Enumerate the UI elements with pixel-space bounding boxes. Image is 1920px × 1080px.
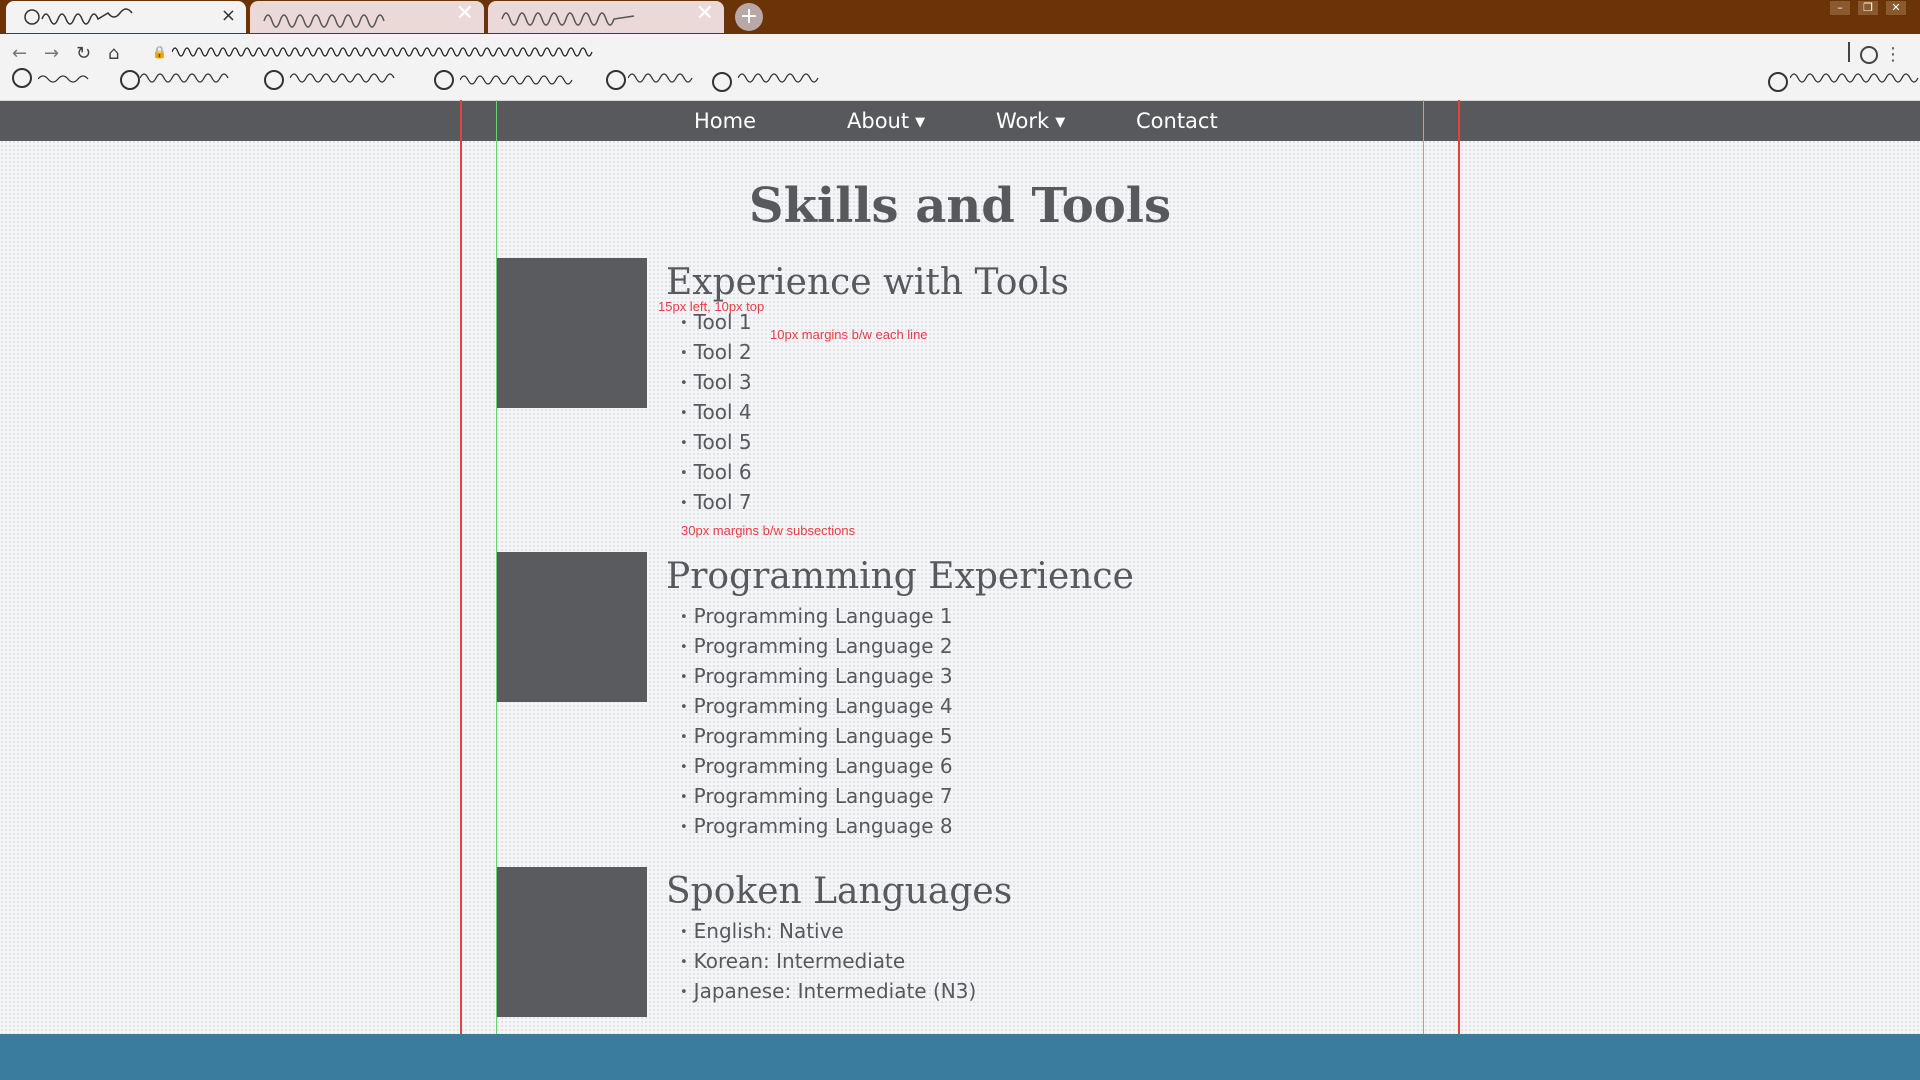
spoken-languages-list: English: Native Korean: Intermediate Jap… [680, 916, 977, 1006]
tools-list: Tool 1 Tool 2 Tool 3 Tool 4 Tool 5 Tool … [680, 307, 752, 517]
bookmark-icon[interactable] [606, 70, 626, 90]
list-item: Tool 3 [680, 367, 752, 397]
list-item: Programming Language 6 [680, 751, 953, 781]
annotation-line-margin: 10px margins b/w each line [770, 327, 928, 342]
close-tab-icon[interactable]: ✕ [456, 3, 474, 25]
list-item: Programming Language 1 [680, 601, 953, 631]
forward-arrow-icon[interactable]: → [44, 44, 59, 64]
list-item: Programming Language 4 [680, 691, 953, 721]
profile-icon[interactable] [1860, 46, 1878, 64]
list-item: Tool 5 [680, 427, 752, 457]
window-controls: – ❐ ✕ [1830, 1, 1906, 17]
bookmark-scribble[interactable] [628, 68, 698, 88]
guide-line-outer-left [460, 100, 462, 1034]
bookmark-scribble[interactable] [38, 72, 98, 86]
list-item: Programming Language 7 [680, 781, 953, 811]
new-tab-plus-icon[interactable]: + [735, 3, 763, 31]
programming-list: Programming Language 1 Programming Langu… [680, 601, 953, 841]
annotation-list-padding: 15px left, 10px top [658, 299, 765, 314]
list-item: Korean: Intermediate [680, 946, 976, 976]
list-item: English: Native [680, 916, 976, 946]
chevron-down-icon: ▼ [915, 115, 926, 130]
site-nav-bar: Home About ▼ Work ▼ Contact [0, 101, 1920, 141]
bookmark-scribble[interactable] [1790, 68, 1920, 88]
nav-work-link[interactable]: Work ▼ [996, 101, 1065, 141]
bookmark-icon[interactable] [120, 70, 140, 90]
bookmark-scribble[interactable] [460, 70, 580, 90]
list-item: Programming Language 2 [680, 631, 953, 661]
chevron-down-icon: ▼ [1055, 115, 1066, 130]
list-item: Programming Language 8 [680, 811, 953, 841]
site-footer [0, 1034, 1920, 1080]
annotation-subsection-margin: 30px margins b/w subsections [681, 523, 856, 538]
home-icon[interactable]: ⌂ [108, 44, 119, 64]
bookmark-icon[interactable] [712, 72, 732, 92]
bookmark-scribble[interactable] [290, 68, 400, 88]
browser-toolbar: ← → ↻ ⌂ 🔒 ⋮ [0, 34, 1920, 101]
nav-about-label: About [847, 109, 910, 133]
kebab-menu-icon[interactable]: ⋮ [1884, 44, 1902, 65]
section-title-spoken-languages: Spoken Languages [666, 871, 1013, 912]
nav-about-link[interactable]: About ▼ [847, 101, 925, 141]
back-arrow-icon[interactable]: ← [12, 44, 27, 64]
browser-tab-active[interactable]: × [6, 1, 246, 33]
list-item: Tool 7 [680, 487, 752, 517]
nav-home-link[interactable]: Home [694, 101, 756, 141]
close-window-icon[interactable]: ✕ [1886, 1, 1906, 15]
browser-tab-bar: × ✕ ✕ + – ❐ ✕ [0, 0, 1920, 34]
guide-line-inner-right [1423, 100, 1424, 1034]
tab-scribble-title [263, 14, 385, 28]
other-bookmarks-icon[interactable] [1768, 72, 1788, 92]
section-thumbnail [497, 867, 647, 1017]
section-thumbnail [497, 258, 647, 408]
toolbar-separator [1848, 42, 1850, 62]
list-item: Japanese: Intermediate (N3) [680, 976, 977, 1006]
bookmark-icon[interactable] [12, 68, 32, 88]
guide-line-outer-right [1458, 100, 1460, 1034]
section-thumbnail [497, 552, 647, 702]
nav-contact-link[interactable]: Contact [1136, 101, 1218, 141]
bookmark-icon[interactable] [434, 70, 454, 90]
list-item: Tool 2 [680, 337, 752, 367]
minimize-icon[interactable]: – [1830, 1, 1850, 15]
section-title-tools: Experience with Tools [666, 262, 1070, 303]
list-item: Programming Language 5 [680, 721, 953, 751]
list-item: Tool 4 [680, 397, 752, 427]
restore-icon[interactable]: ❐ [1858, 1, 1878, 15]
close-tab-icon[interactable]: × [221, 6, 236, 26]
lock-icon: 🔒 [152, 45, 167, 59]
tab-scribble-title [501, 12, 635, 26]
nav-work-label: Work [996, 109, 1050, 133]
reload-icon[interactable]: ↻ [76, 44, 91, 64]
section-title-programming: Programming Experience [666, 556, 1134, 597]
address-bar-scribble[interactable] [172, 42, 612, 62]
bookmark-scribble[interactable] [738, 68, 828, 88]
list-item: Programming Language 3 [680, 661, 953, 691]
browser-tab[interactable]: ✕ [250, 1, 484, 33]
bookmark-icon[interactable] [264, 70, 284, 90]
list-item: Tool 6 [680, 457, 752, 487]
browser-tab[interactable]: ✕ [488, 1, 724, 33]
close-tab-icon[interactable]: ✕ [696, 3, 714, 25]
page-title: Skills and Tools [748, 178, 1172, 234]
bookmark-scribble[interactable] [140, 68, 240, 88]
tab-scribble-title [24, 8, 133, 25]
